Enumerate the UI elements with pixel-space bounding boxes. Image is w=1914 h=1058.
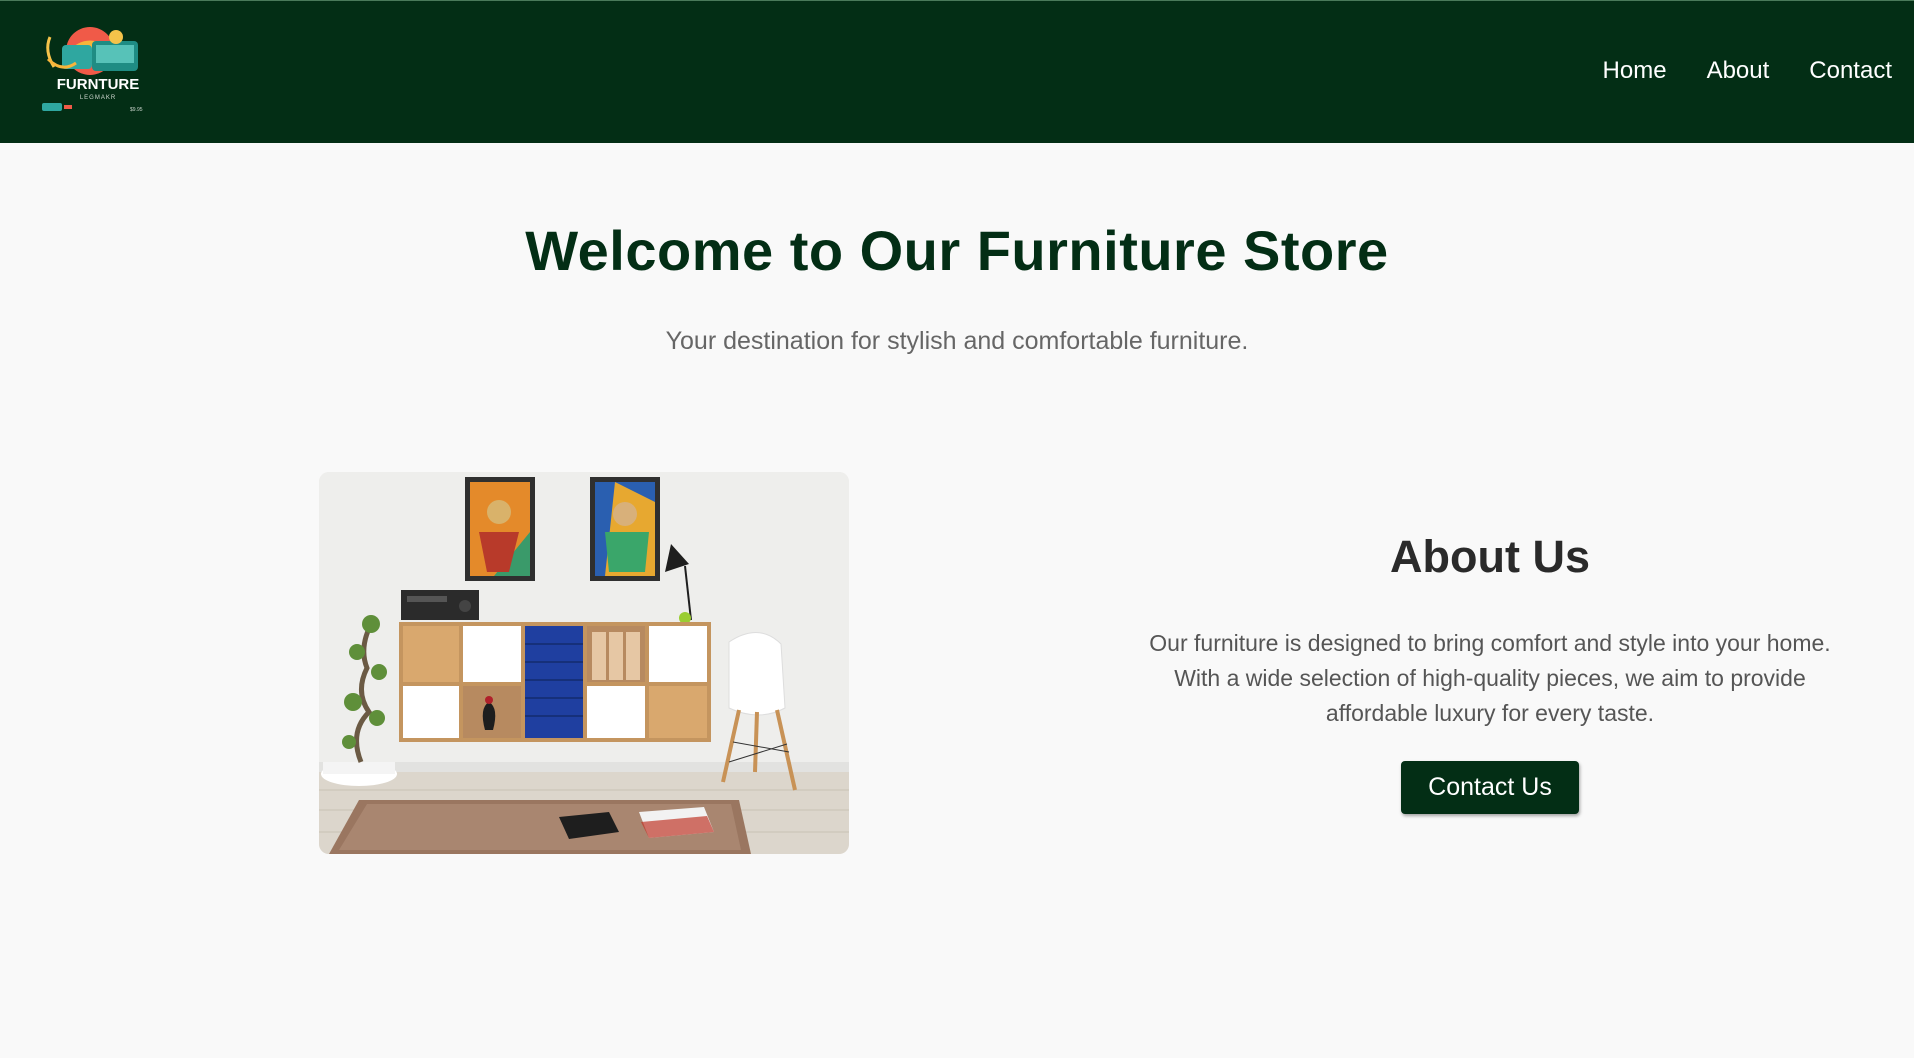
svg-text:FURNTURE: FURNTURE — [57, 76, 140, 93]
main-nav: Home About Contact — [1603, 56, 1892, 86]
site-header: FURNTURE LEGMAKR $9.95 Home About Contac… — [0, 0, 1914, 143]
about-image — [319, 472, 849, 854]
contact-us-button[interactable]: Contact Us — [1401, 761, 1579, 814]
about-heading: About Us — [1390, 531, 1590, 582]
hero-title: Welcome to Our Furniture Store — [525, 219, 1389, 282]
svg-text:$9.95: $9.95 — [130, 107, 143, 113]
svg-text:LEGMAKR: LEGMAKR — [80, 95, 116, 101]
hero-subtitle: Your destination for stylish and comfort… — [665, 327, 1249, 355]
furniture-logo[interactable]: FURNTURE LEGMAKR $9.95 — [40, 23, 160, 119]
about-section: About Us Our furniture is designed to br… — [1130, 520, 1850, 814]
about-body: Our furniture is designed to bring comfo… — [1149, 630, 1831, 726]
nav-about-link[interactable]: About — [1707, 56, 1770, 86]
nav-contact-link[interactable]: Contact — [1809, 56, 1892, 86]
nav-home-link[interactable]: Home — [1603, 56, 1667, 86]
